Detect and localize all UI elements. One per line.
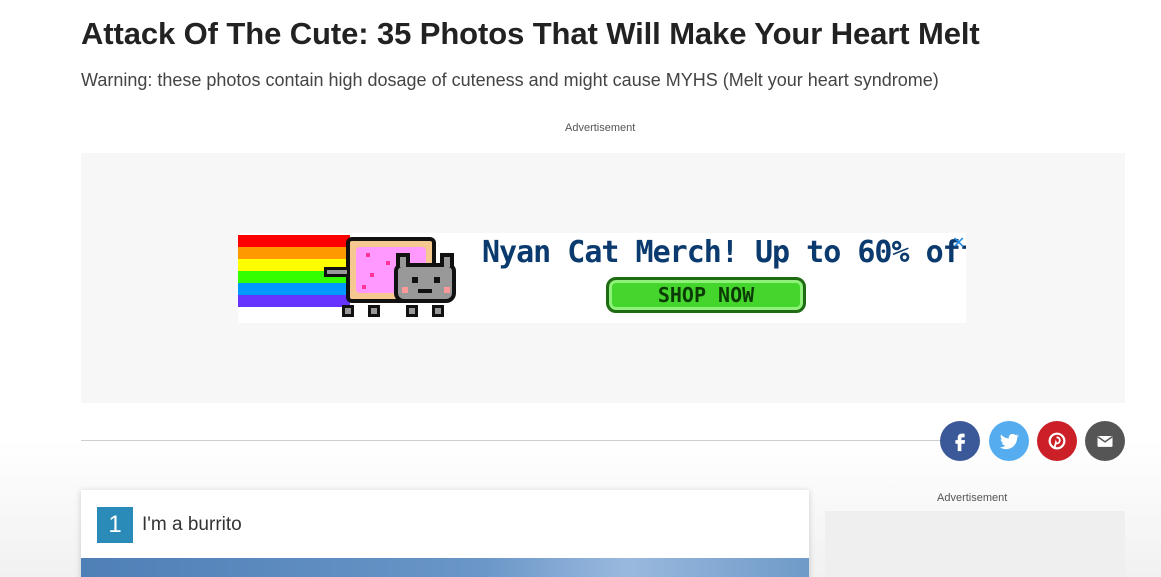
ad-close-icon[interactable]: ✕	[952, 233, 965, 253]
cat-cheek	[402, 287, 408, 293]
rainbow-stripe-orange	[238, 247, 350, 259]
facebook-icon	[955, 433, 966, 452]
nyan-cat-head-graphic	[394, 253, 456, 303]
section-divider	[81, 440, 961, 441]
cat-tail-graphic	[324, 267, 350, 277]
article-title: Attack Of The Cute: 35 Photos That Will …	[81, 16, 980, 51]
cat-leg	[342, 305, 354, 317]
item-number-badge: 1	[97, 507, 133, 543]
cat-cheek	[444, 287, 450, 293]
cat-leg	[432, 305, 444, 317]
sprinkle	[370, 273, 374, 277]
facebook-share-button[interactable]	[940, 421, 980, 461]
email-share-button[interactable]	[1085, 421, 1125, 461]
advertisement-label: Advertisement	[565, 122, 636, 134]
cat-ear	[396, 253, 410, 267]
cat-leg	[406, 305, 418, 317]
cat-eye	[412, 277, 418, 283]
email-icon	[1097, 436, 1113, 447]
rainbow-stripe-red	[238, 235, 350, 247]
sprinkle	[386, 261, 390, 265]
cat-mouth	[418, 289, 432, 293]
ad-headline: Nyan Cat Merch! Up to 60% off	[482, 235, 966, 270]
cat-ear	[440, 253, 454, 267]
twitter-icon	[999, 433, 1020, 450]
rainbow-stripe-blue	[238, 283, 350, 295]
sprinkle	[366, 253, 370, 257]
item-title: I'm a burrito	[142, 514, 242, 535]
article-subtitle: Warning: these photos contain high dosag…	[81, 70, 939, 90]
sidebar-advertisement-label: Advertisement	[937, 492, 1008, 504]
pinterest-share-button[interactable]	[1037, 421, 1077, 461]
list-item-card: 1 I'm a burrito	[81, 490, 809, 577]
cat-eye	[434, 277, 440, 283]
twitter-share-button[interactable]	[989, 421, 1029, 461]
nyan-cat-banner-ad[interactable]: Nyan Cat Merch! Up to 60% off ✕ SHOP NOW	[238, 233, 966, 323]
pinterest-icon	[1048, 432, 1066, 450]
item-photo[interactable]	[81, 558, 809, 577]
sprinkle	[362, 285, 366, 289]
sidebar-ad-slot	[825, 511, 1125, 577]
shop-now-button[interactable]: SHOP NOW	[606, 277, 806, 313]
rainbow-stripe-purple	[238, 295, 350, 307]
cat-leg	[368, 305, 380, 317]
